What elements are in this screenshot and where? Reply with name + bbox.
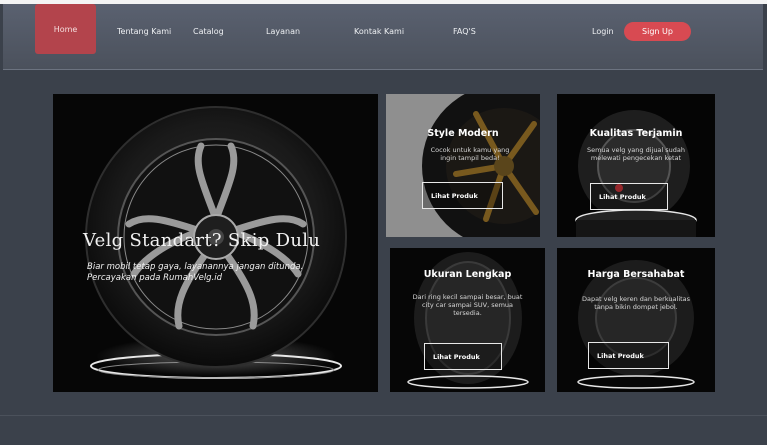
- feature-card-kualitas-terjamin: Kualitas Terjamin Semua velg yang dijual…: [557, 94, 715, 237]
- feature-card-style-modern: Style Modern Cocok untuk kamu yang ingin…: [386, 94, 540, 237]
- feature-card-ukuran-lengkap: Ukuran Lengkap Dari ring kecil sampai be…: [390, 248, 545, 392]
- signup-button[interactable]: Sign Up: [624, 22, 691, 41]
- nav-link-catalog[interactable]: Catalog: [193, 27, 224, 36]
- lihat-produk-button[interactable]: Lihat Produk: [422, 182, 503, 209]
- login-link[interactable]: Login: [592, 27, 614, 36]
- nav-link-layanan[interactable]: Layanan: [266, 27, 300, 36]
- card-description: Dari ring kecil sampai besar, buat city …: [412, 293, 523, 317]
- footer-divider: [0, 415, 767, 416]
- feature-card-harga-bersahabat: Harga Bersahabat Dapat velg keren dan be…: [557, 248, 715, 392]
- card-description: Dapat velg keren dan berkualitas tanpa b…: [581, 295, 691, 311]
- card-description: Semua velg yang dijual sudah melewati pe…: [586, 146, 686, 162]
- nav-home-link[interactable]: Home: [35, 4, 96, 54]
- card-title: Style Modern: [427, 128, 499, 139]
- card-title: Ukuran Lengkap: [423, 269, 512, 280]
- hero-subtitle: Biar mobil tetap gaya, layanannya jangan…: [87, 262, 304, 283]
- navbar: Home Tentang Kami Catalog Layanan Kontak…: [3, 4, 763, 70]
- lihat-produk-button[interactable]: Lihat Produk: [588, 342, 669, 369]
- nav-link-faqs[interactable]: FAQ'S: [453, 27, 476, 36]
- card-description: Cocok untuk kamu yang ingin tampil beda!: [430, 146, 510, 162]
- lihat-produk-button[interactable]: Lihat Produk: [590, 183, 668, 210]
- nav-link-tentang-kami[interactable]: Tentang Kami: [117, 27, 171, 36]
- card-title: Kualitas Terjamin: [589, 128, 683, 139]
- nav-link-kontak-kami[interactable]: Kontak Kami: [354, 27, 404, 36]
- card-title: Harga Bersahabat: [587, 269, 685, 280]
- tyre-podium-image: [557, 94, 715, 237]
- hero-title: Velg Standart? Skip Dulu: [83, 230, 321, 251]
- lihat-produk-button[interactable]: Lihat Produk: [424, 343, 502, 370]
- hero-banner: Velg Standart? Skip Dulu Biar mobil teta…: [53, 94, 378, 392]
- gold-wheel-image: [386, 94, 540, 237]
